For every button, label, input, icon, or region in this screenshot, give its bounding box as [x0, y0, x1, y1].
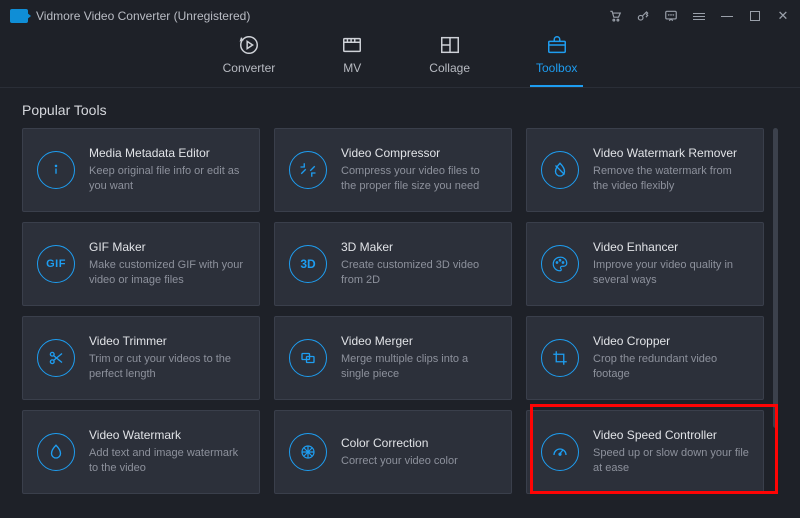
tool-desc: Speed up or slow down your file at ease — [593, 446, 749, 476]
tool-video-compressor[interactable]: Video Compressor Compress your video fil… — [274, 128, 512, 212]
tool-gif-maker[interactable]: GIF GIF Maker Make customized GIF with y… — [22, 222, 260, 306]
tool-title: Video Speed Controller — [593, 428, 749, 442]
tools-grid-wrap: Media Metadata Editor Keep original file… — [22, 128, 778, 518]
compress-icon — [289, 151, 327, 189]
tool-video-speed-controller[interactable]: Video Speed Controller Speed up or slow … — [526, 410, 764, 494]
tool-desc: Improve your video quality in several wa… — [593, 258, 749, 288]
minimize-icon[interactable] — [720, 9, 734, 23]
maximize-icon[interactable] — [748, 9, 762, 23]
tool-title: Video Trimmer — [89, 334, 245, 348]
tool-video-watermark-remover[interactable]: Video Watermark Remover Remove the water… — [526, 128, 764, 212]
titlebar: Vidmore Video Converter (Unregistered) ✕ — [0, 0, 800, 28]
titlebar-left: Vidmore Video Converter (Unregistered) — [10, 9, 250, 23]
tool-desc: Merge multiple clips into a single piece — [341, 352, 497, 382]
app-title: Vidmore Video Converter (Unregistered) — [36, 9, 250, 23]
tab-converter[interactable]: Converter — [217, 32, 282, 83]
palette-icon — [541, 245, 579, 283]
tool-title: GIF Maker — [89, 240, 245, 254]
tools-grid: Media Metadata Editor Keep original file… — [22, 128, 778, 494]
tool-desc: Crop the redundant video footage — [593, 352, 749, 382]
tool-video-watermark[interactable]: Video Watermark Add text and image water… — [22, 410, 260, 494]
tool-color-correction[interactable]: Color Correction Correct your video colo… — [274, 410, 512, 494]
tool-video-cropper[interactable]: Video Cropper Crop the redundant video f… — [526, 316, 764, 400]
tool-media-metadata-editor[interactable]: Media Metadata Editor Keep original file… — [22, 128, 260, 212]
tab-toolbox[interactable]: Toolbox — [530, 32, 583, 83]
tool-title: Video Enhancer — [593, 240, 749, 254]
tool-title: Video Merger — [341, 334, 497, 348]
tab-label: Converter — [223, 61, 276, 75]
tab-label: Toolbox — [536, 61, 577, 75]
tab-collage[interactable]: Collage — [423, 32, 476, 83]
cart-icon[interactable] — [608, 9, 622, 23]
tool-desc: Make customized GIF with your video or i… — [89, 258, 245, 288]
gif-icon: GIF — [37, 245, 75, 283]
tool-title: Video Cropper — [593, 334, 749, 348]
tab-label: MV — [343, 61, 361, 75]
crop-icon — [541, 339, 579, 377]
tool-desc: Keep original file info or edit as you w… — [89, 164, 245, 194]
tool-desc: Add text and image watermark to the vide… — [89, 446, 245, 476]
scissors-icon — [37, 339, 75, 377]
merge-icon — [289, 339, 327, 377]
watermark-icon — [37, 433, 75, 471]
watermark-remove-icon — [541, 151, 579, 189]
tool-desc: Trim or cut your videos to the perfect l… — [89, 352, 245, 382]
key-icon[interactable] — [636, 9, 650, 23]
section-title: Popular Tools — [22, 102, 778, 118]
tool-title: 3D Maker — [341, 240, 497, 254]
titlebar-right: ✕ — [608, 9, 790, 23]
popular-tools-section: Popular Tools Media Metadata Editor Keep… — [0, 88, 800, 518]
info-icon — [37, 151, 75, 189]
scrollbar-track[interactable] — [773, 128, 778, 518]
tool-title: Media Metadata Editor — [89, 146, 245, 160]
3d-icon: 3D — [289, 245, 327, 283]
app-logo-icon — [10, 9, 28, 23]
close-icon[interactable]: ✕ — [776, 9, 790, 23]
feedback-icon[interactable] — [664, 9, 678, 23]
tool-title: Video Compressor — [341, 146, 497, 160]
tool-video-merger[interactable]: Video Merger Merge multiple clips into a… — [274, 316, 512, 400]
tool-desc: Compress your video files to the proper … — [341, 164, 497, 194]
tool-desc: Create customized 3D video from 2D — [341, 258, 497, 288]
tool-video-enhancer[interactable]: Video Enhancer Improve your video qualit… — [526, 222, 764, 306]
scrollbar-thumb[interactable] — [773, 128, 778, 428]
color-icon — [289, 433, 327, 471]
tool-title: Color Correction — [341, 436, 458, 450]
tool-desc: Remove the watermark from the video flex… — [593, 164, 749, 194]
tool-title: Video Watermark — [89, 428, 245, 442]
tool-title: Video Watermark Remover — [593, 146, 749, 160]
tab-mv[interactable]: MV — [335, 32, 369, 83]
tool-video-trimmer[interactable]: Video Trimmer Trim or cut your videos to… — [22, 316, 260, 400]
tool-desc: Correct your video color — [341, 454, 458, 469]
main-tabs: Converter MV Collage Toolbox — [0, 32, 800, 87]
tool-3d-maker[interactable]: 3D 3D Maker Create customized 3D video f… — [274, 222, 512, 306]
tab-label: Collage — [429, 61, 470, 75]
menu-icon[interactable] — [692, 9, 706, 23]
speed-icon — [541, 433, 579, 471]
